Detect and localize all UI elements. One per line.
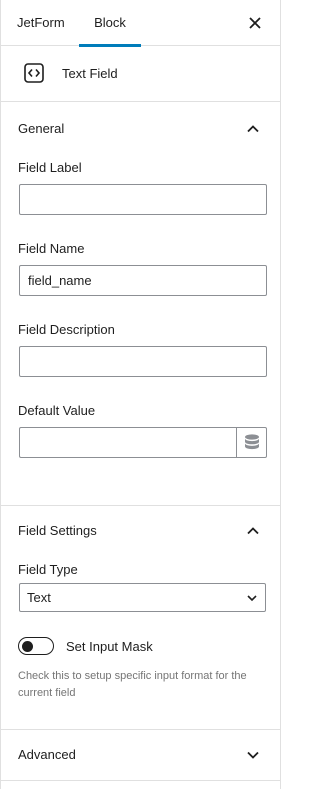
chevron-up-icon [247,125,259,133]
field-type-select[interactable]: Text [19,583,266,612]
field-description-label: Field Description [18,322,115,337]
field-type-value: Text [27,590,51,605]
chevron-down-icon [247,751,259,759]
sidebar-tabs: JetForm Block [1,0,280,47]
field-label-input[interactable] [19,184,267,215]
section-divider [1,780,280,781]
field-label-label: Field Label [18,160,82,175]
general-section-toggle[interactable]: General [1,104,280,154]
field-name-input[interactable] [19,265,267,296]
input-mask-label: Set Input Mask [66,639,153,654]
default-value-input[interactable] [19,427,236,458]
field-settings-section-title: Field Settings [18,523,97,538]
field-name-label: Field Name [18,241,85,256]
code-brackets-icon [24,63,44,83]
toggle-knob [22,640,33,652]
chevron-down-icon [247,595,257,602]
block-card: Text Field [1,46,280,102]
general-section-title: General [18,121,65,136]
database-icon [245,434,259,450]
input-mask-toggle[interactable] [18,637,54,655]
field-type-label: Field Type [18,562,78,577]
dynamic-value-button[interactable] [236,427,267,458]
field-settings-section-toggle[interactable]: Field Settings [1,506,280,556]
tab-block[interactable]: Block [79,0,141,47]
close-icon[interactable] [246,14,264,32]
default-value-label: Default Value [18,403,96,418]
input-mask-help-text: Check this to setup specific input forma… [18,670,247,699]
block-title: Text Field [62,66,118,81]
advanced-section-toggle[interactable]: Advanced [1,730,280,780]
chevron-up-icon [247,527,259,535]
field-description-input[interactable] [19,346,267,377]
tab-jetform[interactable]: JetForm [17,0,65,46]
advanced-section-title: Advanced [18,747,76,762]
block-settings-sidebar: JetForm Block Text Field General Field L… [0,0,281,789]
